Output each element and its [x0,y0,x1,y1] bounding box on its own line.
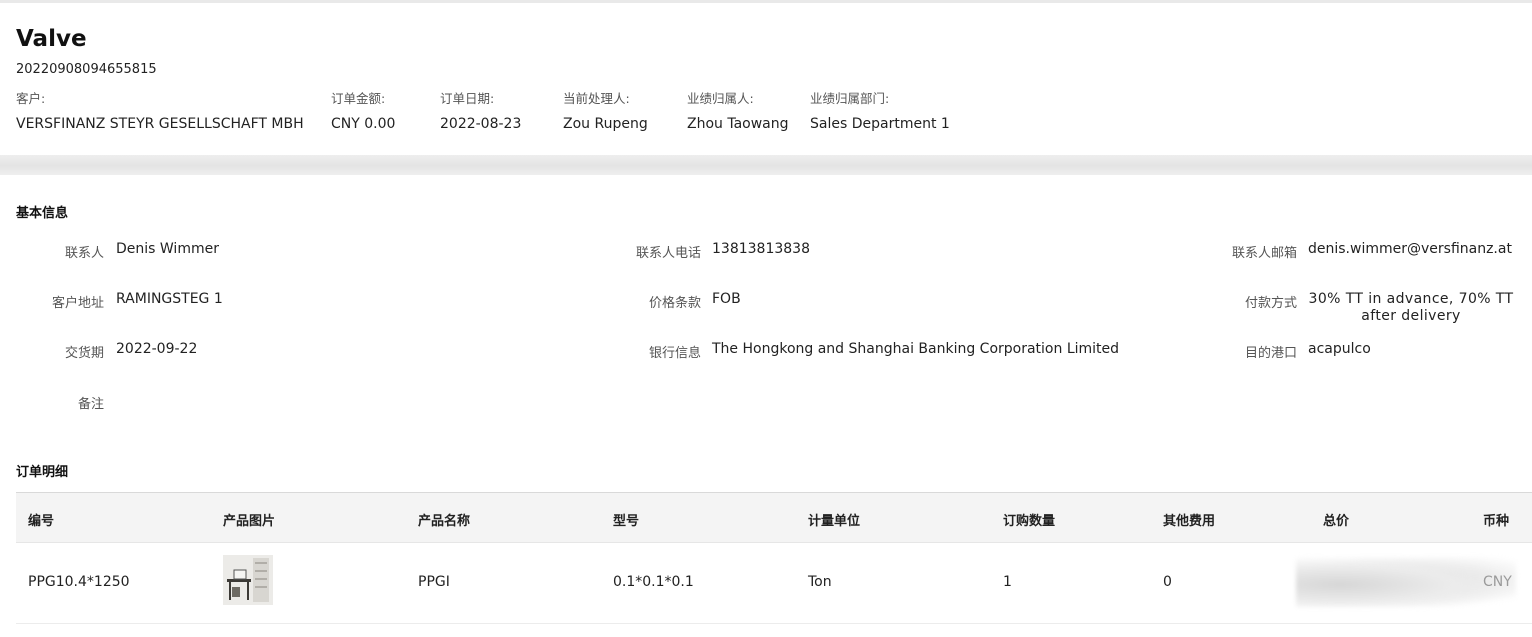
column-header: 币种 [1483,514,1510,529]
price-terms-label: 价格条款 [648,296,701,311]
customer-address-label: 客户地址 [51,296,104,311]
meta-order-amount: 订单金额: CNY 0.00 [331,91,395,133]
section-divider [0,155,1532,175]
page-title: Valve [16,26,87,52]
remarks-label: 备注 [77,397,104,412]
delivery-date-value: 2022-09-22 [116,341,198,357]
cell-unit: Ton [808,574,832,590]
column-header: 型号 [613,514,640,529]
price-terms-value: FOB [712,291,741,307]
meta-label: 订单金额: [331,91,386,106]
bank-info-value: The Hongkong and Shanghai Banking Corpor… [712,341,1120,357]
meta-label: 当前处理人: [563,91,630,106]
product-image[interactable] [223,555,273,605]
customer-address-value: RAMINGSTEG 1 [116,291,223,307]
contact-value: Denis Wimmer [116,241,219,257]
column-header: 订购数量 [1003,514,1056,529]
table-header: 编号 产品图片 产品名称 型号 计量单位 订购数量 其他费用 总价 币种 [16,493,1532,543]
meta-customer: 客户: VERSFINANZ STEYR GESELLSCHAFT MBH [16,91,304,133]
contact-phone-value: 13813813838 [712,241,810,257]
cell-product-name: PPGI [418,574,450,590]
contact-phone-label: 联系人电话 [635,246,701,261]
top-border [0,0,1532,3]
destination-port-value: acapulco [1308,341,1371,357]
meta-label: 订单日期: [440,91,495,106]
customer-link[interactable]: VERSFINANZ STEYR GESELLSCHAFT MBH [16,115,304,133]
order-details-table: 编号 产品图片 产品名称 型号 计量单位 订购数量 其他费用 总价 币种 PPG… [16,492,1532,624]
meta-value: 2022-08-23 [440,116,522,132]
meta-value: Zou Rupeng [563,116,648,132]
cell-other-fees: 0 [1163,574,1172,590]
meta-value: CNY 0.00 [331,116,396,132]
column-header: 计量单位 [808,514,861,529]
payment-method-label: 付款方式 [1244,296,1297,311]
column-header: 产品名称 [418,514,471,529]
meta-label: 客户: [16,91,46,106]
column-header: 其他费用 [1163,514,1216,529]
meta-value: Sales Department 1 [810,116,950,132]
cell-model: 0.1*0.1*0.1 [613,574,694,590]
meta-performance-department: 业绩归属部门: Sales Department 1 [810,91,950,133]
order-number: 20220908094655815 [16,62,157,77]
destination-port-label: 目的港口 [1244,346,1297,361]
bank-info-label: 银行信息 [648,346,701,361]
column-header: 产品图片 [223,514,276,529]
payment-method-value: 30% TT in advance, 70% TT after delivery [1308,291,1514,324]
column-header: 编号 [28,514,55,529]
order-details-title: 订单明细 [16,465,69,480]
delivery-date-label: 交货期 [64,346,104,361]
cell-currency: CNY [1483,574,1512,590]
meta-label: 业绩归属人: [687,91,754,106]
column-header: 总价 [1323,514,1350,529]
meta-performance-owner: 业绩归属人: Zhou Taowang [687,91,789,133]
contact-email-label: 联系人邮箱 [1231,246,1297,261]
meta-label: 业绩归属部门: [810,91,890,106]
product-photo-icon [223,555,273,605]
contact-email-value: denis.wimmer@versfinanz.at [1308,241,1512,257]
contact-label: 联系人 [64,246,104,261]
table-row: PPG10.4*1250 PPGI 0.1*0.1*0.1 Ton 1 0 CN… [16,543,1532,624]
cell-quantity: 1 [1003,574,1012,590]
meta-value: Zhou Taowang [687,116,789,132]
order-header: Valve 20220908094655815 客户: VERSFINANZ S… [16,25,1516,132]
meta-current-handler: 当前处理人: Zou Rupeng [563,91,648,133]
basic-info-title: 基本信息 [16,206,69,221]
meta-order-date: 订单日期: 2022-08-23 [440,91,521,133]
cell-code: PPG10.4*1250 [28,574,130,590]
